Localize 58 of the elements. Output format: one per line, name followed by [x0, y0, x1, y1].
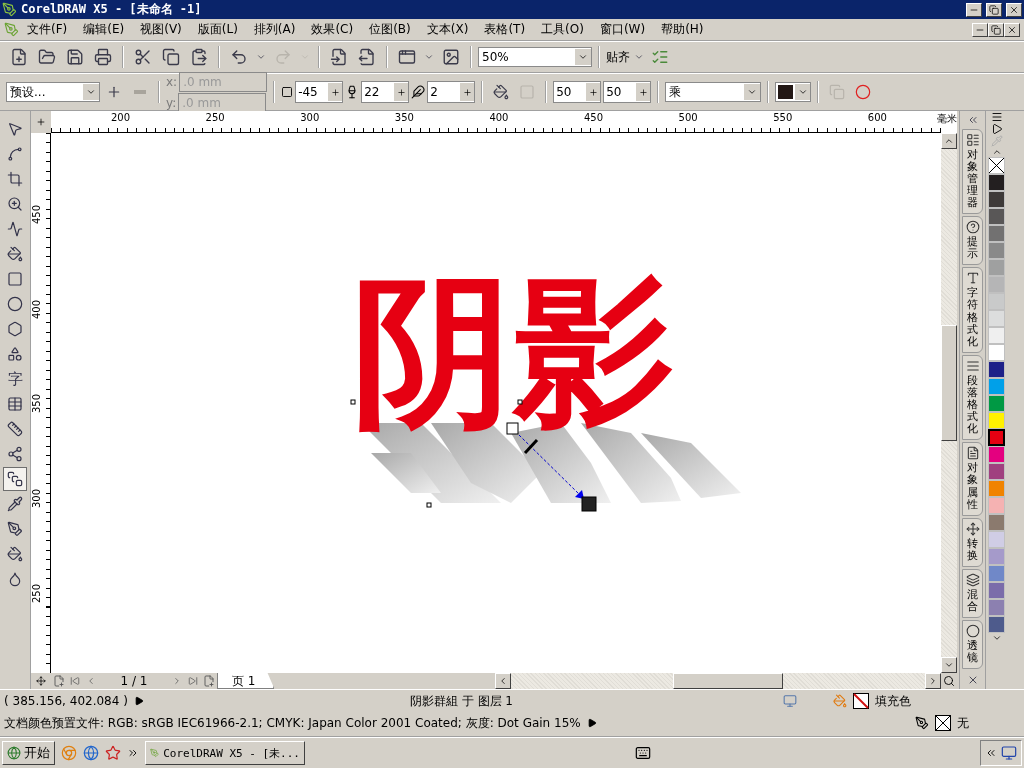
ruler-label: 450 [584, 112, 604, 123]
menu-item[interactable]: 编辑(E) [75, 21, 133, 38]
ruler-label: 200 [111, 112, 131, 123]
selection-info: 阴影群組 于 图层 1 [409, 692, 513, 710]
menu-item[interactable]: 窗口(W) [591, 21, 654, 38]
start-button[interactable]: 开始 [2, 741, 55, 765]
menu-item[interactable]: 表格(T) [476, 21, 534, 38]
ruler-label: 450 [31, 204, 43, 225]
ruler-label: 400 [489, 112, 509, 123]
docker-tab[interactable]: 混合 [962, 568, 983, 619]
feathering-field[interactable]: 2 [427, 81, 476, 103]
page-tab[interactable]: 页 1 [217, 673, 275, 689]
menu-item[interactable]: 效果(C) [303, 21, 362, 38]
preset-dropdown[interactable]: 预设... [6, 82, 100, 102]
x-label: x: [166, 74, 178, 89]
ruler-label: 250 [205, 112, 225, 123]
zoom-combo[interactable]: 50% [478, 47, 592, 67]
menu-item[interactable]: 视图(V) [132, 21, 190, 38]
artistic-text[interactable]: 阴影 [351, 271, 675, 433]
docker-tab[interactable]: 提示 [962, 216, 983, 266]
ruler-label: 300 [31, 489, 43, 509]
docker-tab[interactable]: 透镜 [962, 620, 983, 670]
docker-tab[interactable]: 段落格式化 [962, 354, 983, 441]
docker-tab[interactable]: 对象属性 [962, 442, 983, 516]
menu-item[interactable]: 位图(B) [361, 21, 419, 38]
cursor-coordinates: ( 385.156, 402.084 ) [4, 694, 128, 708]
ruler-label: 350 [31, 394, 43, 414]
fade-field[interactable]: 50 [553, 81, 602, 103]
menu-item[interactable]: 版面(L) [189, 21, 246, 38]
menu-item[interactable]: 文件(F) [19, 21, 76, 38]
ruler-label: 600 [867, 112, 887, 123]
page-counter: 1 / 1 [119, 674, 149, 688]
ruler-label: 250 [31, 583, 43, 603]
y-label: y: [166, 95, 177, 110]
ruler-label: 550 [773, 112, 793, 123]
outline-label: 无 [956, 714, 969, 732]
ruler-label: 400 [31, 299, 43, 319]
ruler-label: 500 [678, 112, 698, 123]
docker-tab[interactable]: 字符格式化 [962, 267, 983, 353]
menu-item[interactable]: 文本(X) [418, 21, 477, 38]
opacity-field[interactable]: 22 [361, 81, 410, 103]
window-title: CorelDRAW X5 - [未命名 -1] [21, 1, 203, 18]
stretch-field[interactable]: 50 [603, 81, 652, 103]
color-profile-text: 文档颜色预置文件: RGB: sRGB IEC61966-2.1; CMYK: Japan Color 2001 Coated; 灰度: Dot Gain 15% [4, 714, 581, 732]
merge-mode-dropdown[interactable]: 乘 [665, 82, 762, 102]
menu-item[interactable]: 帮助(H) [653, 21, 712, 38]
docker-tab[interactable]: 转换 [962, 517, 983, 567]
docker-tab[interactable]: 对象管理器 [962, 128, 983, 215]
menu-item[interactable]: 工具(O) [533, 21, 592, 38]
menu-item[interactable]: 排列(A) [245, 21, 304, 38]
angle-field[interactable]: -45 [295, 81, 344, 103]
ruler-label: 350 [394, 112, 414, 123]
text-tool-button[interactable]: 字 [3, 367, 27, 391]
taskbar-button[interactable]: CorelDRAW X5 - [未... [145, 741, 305, 765]
fill-label: 填充色 [874, 692, 911, 710]
ruler-label: 300 [300, 112, 320, 123]
ruler-unit: 毫米 [937, 112, 957, 126]
snap-label[interactable]: 贴齐 [606, 48, 630, 66]
